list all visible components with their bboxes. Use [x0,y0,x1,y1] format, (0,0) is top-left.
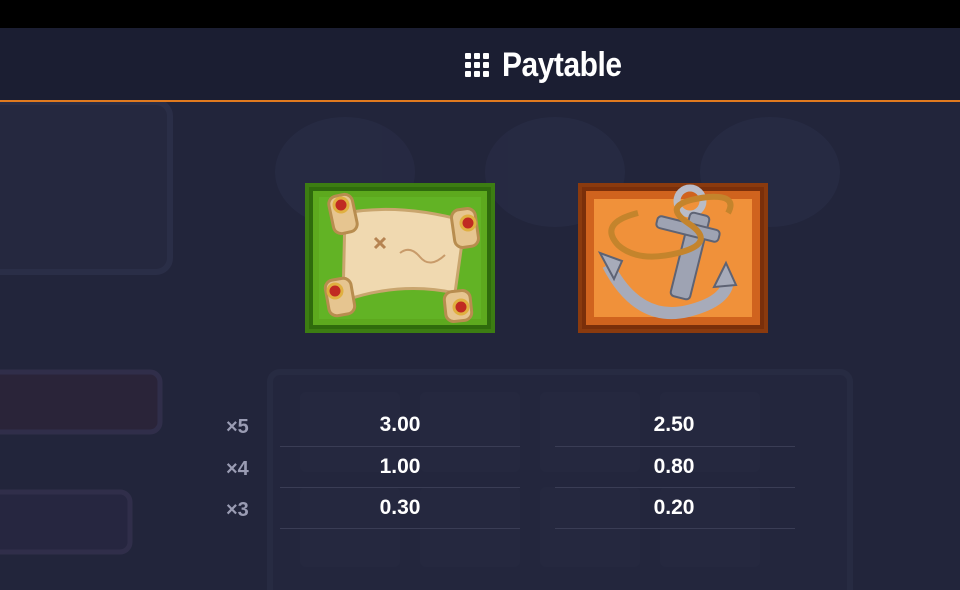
payout-value: 0.80 [653,455,695,478]
payout-value: 1.00 [379,455,421,478]
row-divider [280,528,520,529]
payout-value: 0.30 [379,496,421,519]
multiplier-label: ×3 [226,499,249,521]
multiplier-label: ×5 [226,416,249,438]
payout-value: 3.00 [379,413,421,436]
grid-dots-icon[interactable] [464,52,490,78]
row-divider [555,487,795,488]
row-divider [280,446,520,447]
payout-value: 0.20 [653,496,695,519]
anchor-symbol-icon [578,183,768,333]
paytable-header: Paytable [0,28,960,102]
top-black-bar [0,0,960,28]
game-background [0,102,960,590]
multiplier-label: ×4 [226,458,249,480]
row-divider [555,528,795,529]
page-title: Paytable [502,45,622,84]
scroll-symbol-icon [305,183,495,333]
row-divider [280,487,520,488]
row-divider [555,446,795,447]
payout-value: 2.50 [653,413,695,436]
